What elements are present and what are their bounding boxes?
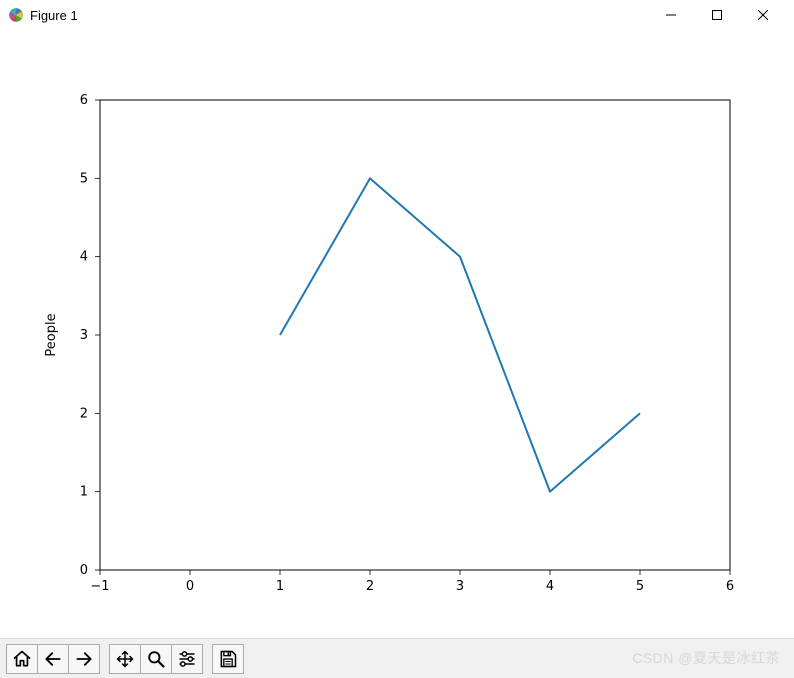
svg-text:2: 2 [80, 406, 88, 421]
window-controls [648, 0, 786, 30]
zoom-button[interactable] [140, 644, 172, 674]
svg-text:3: 3 [456, 579, 464, 594]
svg-text:1: 1 [276, 579, 284, 594]
svg-text:5: 5 [80, 171, 88, 186]
close-button[interactable] [740, 0, 786, 30]
forward-button[interactable] [68, 644, 100, 674]
svg-text:6: 6 [80, 93, 88, 108]
y-axis-label: People [44, 313, 59, 356]
svg-text:6: 6 [726, 579, 734, 594]
svg-text:4: 4 [80, 250, 88, 265]
save-button[interactable] [212, 644, 244, 674]
app-icon [8, 7, 24, 23]
matplotlib-toolbar: CSDN @夏天是冰红茶 [0, 638, 794, 678]
watermark: CSDN @夏天是冰红茶 [632, 648, 780, 668]
window-title: Figure 1 [30, 8, 78, 23]
svg-text:3: 3 [80, 328, 88, 343]
svg-text:0: 0 [186, 579, 194, 594]
svg-text:2: 2 [366, 579, 374, 594]
pan-button[interactable] [109, 644, 141, 674]
chart: −101234560123456People [0, 30, 794, 638]
home-button[interactable] [6, 644, 38, 674]
svg-text:0: 0 [80, 563, 88, 578]
minimize-button[interactable] [648, 0, 694, 30]
svg-text:4: 4 [546, 579, 554, 594]
svg-text:1: 1 [80, 485, 88, 500]
svg-text:−1: −1 [90, 579, 109, 594]
back-button[interactable] [37, 644, 69, 674]
window-titlebar: Figure 1 [0, 0, 794, 30]
maximize-button[interactable] [694, 0, 740, 30]
line-series [280, 178, 640, 491]
plot-area: −101234560123456People [0, 30, 794, 638]
svg-text:5: 5 [636, 579, 644, 594]
configure-subplots-button[interactable] [171, 644, 203, 674]
